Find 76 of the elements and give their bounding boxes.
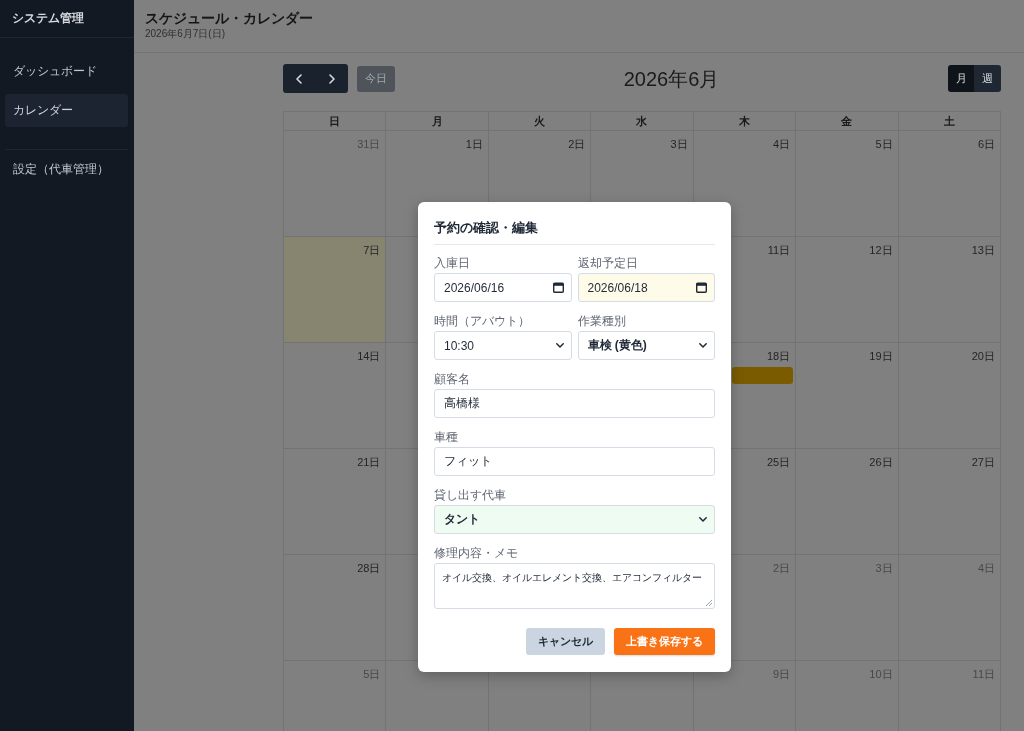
calendar-day-cell[interactable]: 6日 xyxy=(898,131,1001,237)
dialog-title: 予約の確認・編集 xyxy=(434,219,715,245)
date-number: 27日 xyxy=(971,455,995,469)
nav-item[interactable]: ダッシュボード xyxy=(5,55,128,88)
field-label: 車種 xyxy=(434,430,458,445)
field-label: 返却予定日 xyxy=(577,256,638,271)
date-number: 3日 xyxy=(670,137,688,151)
chevron-right-icon xyxy=(328,73,335,84)
field-label: 顧客名 xyxy=(434,372,470,387)
textarea-field[interactable]: オイル交換、オイルエレメント交換、エアコンフィルター xyxy=(434,563,715,609)
weekday-label: 金 xyxy=(841,114,853,128)
weekday-label: 水 xyxy=(636,114,648,128)
field-label: 修理内容・メモ xyxy=(434,546,518,561)
date-number: 12日 xyxy=(869,243,893,257)
calendar-day-cell[interactable]: 28日 xyxy=(284,555,387,661)
chevron-down-icon xyxy=(699,343,707,348)
cancel-button[interactable]: キャンセル xyxy=(526,628,605,655)
weekday-label: 月 xyxy=(431,114,443,128)
nav-item[interactable]: カレンダー xyxy=(5,94,128,127)
chevron-left-icon xyxy=(296,73,302,84)
calendar-day-cell[interactable]: 12日 xyxy=(796,237,899,343)
calendar-day-cell[interactable]: 13日 xyxy=(898,237,1001,343)
chevron-down-icon xyxy=(555,343,564,348)
chevron-down-icon xyxy=(699,517,707,522)
field-label: 時間（アバウト） xyxy=(434,314,530,329)
date-number: 6日 xyxy=(977,137,995,151)
save-button[interactable]: 上書き保存する xyxy=(614,628,715,655)
view-toggle-tab[interactable]: 月 xyxy=(948,65,974,92)
date-field[interactable]: 2026/06/18 xyxy=(577,273,715,302)
calendar-day-cell[interactable]: 20日 xyxy=(898,343,1001,449)
nav-item[interactable]: 設定（代車管理） xyxy=(5,153,128,186)
date-number: 2日 xyxy=(568,137,586,151)
calendar-day-cell[interactable]: 5日 xyxy=(796,131,899,237)
app-title: システム管理 xyxy=(0,0,134,38)
page-title: スケジュール・カレンダー xyxy=(145,9,313,27)
next-month-button[interactable] xyxy=(315,64,348,93)
date-number: 21日 xyxy=(357,455,381,469)
month-title: 2026年6月 xyxy=(623,66,720,92)
date-number: 25日 xyxy=(766,455,791,469)
weekday-label: 火 xyxy=(534,114,546,128)
date-number: 5日 xyxy=(875,137,893,151)
resize-grip-icon[interactable] xyxy=(706,600,712,606)
previous-month-button[interactable] xyxy=(283,64,315,93)
date-number: 1日 xyxy=(465,137,483,151)
calendar-day-cell[interactable]: 26日 xyxy=(796,449,899,555)
date-number: 19日 xyxy=(869,349,893,363)
field-label: 貸し出す代車 xyxy=(434,488,506,503)
date-number: 13日 xyxy=(971,243,995,257)
weekday-label: 木 xyxy=(738,114,750,128)
date-number: 18日 xyxy=(766,349,791,363)
date-number: 20日 xyxy=(971,349,995,363)
date-number: 28日 xyxy=(357,561,381,575)
calendar-day-cell[interactable]: 7日 xyxy=(284,237,387,343)
calendar-icon[interactable] xyxy=(552,282,564,293)
calendar-day-cell[interactable]: 19日 xyxy=(796,343,899,449)
calendar-icon[interactable] xyxy=(696,282,707,293)
page-date: 2026年6月7日(日) xyxy=(145,27,226,40)
date-number: 11日 xyxy=(767,243,791,257)
dropdown-field[interactable]: タント xyxy=(434,505,715,534)
view-toggle-tab[interactable]: 週 xyxy=(974,65,1001,92)
date-number: 4日 xyxy=(773,137,791,151)
field-label: 作業種別 xyxy=(577,314,626,329)
calendar-day-cell[interactable]: 14日 xyxy=(284,343,387,449)
text-input[interactable]: フィット xyxy=(434,447,715,476)
weekday-label: 土 xyxy=(943,114,955,128)
text-input[interactable]: 高橋様 xyxy=(434,389,715,418)
dropdown-field[interactable]: 10:30 xyxy=(434,331,572,360)
dropdown-field[interactable]: 車検 (黄色) xyxy=(577,331,715,360)
field-label: 入庫日 xyxy=(434,256,470,271)
weekday-label: 日 xyxy=(329,114,341,128)
date-field[interactable]: 2026/06/16 xyxy=(434,273,572,302)
date-number: 26日 xyxy=(869,455,893,469)
date-number: 7日 xyxy=(363,243,381,257)
calendar-day-cell[interactable]: 27日 xyxy=(898,449,1001,555)
calendar-day-cell[interactable]: 21日 xyxy=(284,449,387,555)
date-number: 14日 xyxy=(357,349,381,363)
